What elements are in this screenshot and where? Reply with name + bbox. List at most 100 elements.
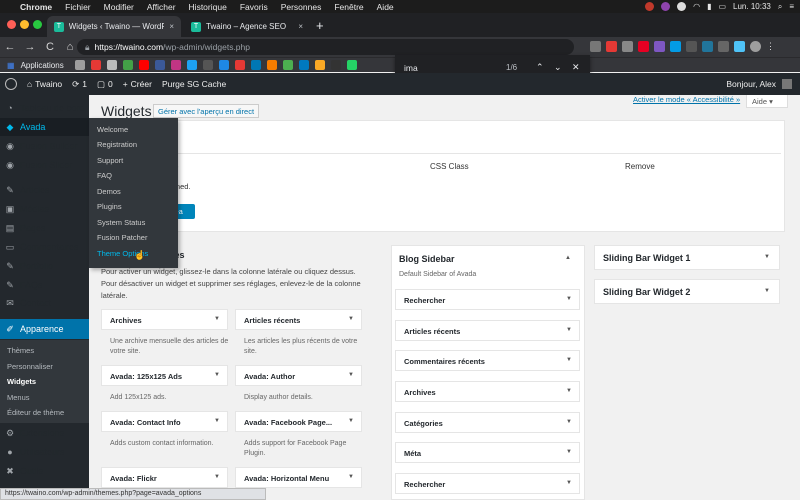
wordpress-icon[interactable] <box>702 41 713 52</box>
sidebar-widget-recent-posts[interactable]: Articles récents ▼ <box>395 320 580 341</box>
analytics-icon[interactable] <box>314 60 325 70</box>
twitter-icon[interactable] <box>186 60 197 70</box>
copy-icon[interactable] <box>590 41 601 52</box>
sidebar-widget-archives[interactable]: Archives ▼ <box>395 381 580 402</box>
purge-cache-link[interactable]: Purge SG Cache <box>162 79 226 89</box>
flyout-plugins[interactable]: Plugins <box>97 202 122 211</box>
menu-fichier[interactable]: Fichier <box>65 2 91 12</box>
menu-favoris[interactable]: Favoris <box>240 2 268 12</box>
sidebar-item-extensions[interactable]: ⚙ Extensions <box>0 424 89 442</box>
tab-close-icon[interactable]: × <box>169 22 174 31</box>
tab-widgets[interactable]: T Widgets ‹ Twaino — WordPress × <box>47 16 181 37</box>
extension-icon[interactable] <box>606 41 617 52</box>
sidebar-widget-meta[interactable]: Méta ▼ <box>395 442 580 463</box>
sidebar-item-faqs[interactable]: ✎ FAQs <box>0 276 89 294</box>
flyout-demos[interactable]: Demos <box>97 187 121 196</box>
zoom-window-button[interactable] <box>33 20 42 29</box>
menu-modifier[interactable]: Modifier <box>104 2 134 12</box>
wordpress-logo-icon[interactable] <box>5 78 17 90</box>
sidebar-item-contact[interactable]: ✉ Contact <box>0 294 89 312</box>
instagram-icon[interactable] <box>170 60 181 70</box>
submenu-customize[interactable]: Personnaliser <box>0 362 89 371</box>
flyout-welcome[interactable]: Welcome <box>97 125 128 134</box>
sidebar-item-pages[interactable]: ▤ Pages <box>0 219 89 237</box>
account-menu[interactable]: Bonjour, Alex <box>726 79 792 89</box>
address-bar[interactable]: 🔒︎ https://twaino.com/wp-admin/widgets.p… <box>77 39 574 55</box>
sidebar-item-comments[interactable]: ▭ Commentaires <box>0 238 89 256</box>
bookmark-icon[interactable] <box>202 60 213 70</box>
tab-close-icon[interactable]: × <box>298 22 303 31</box>
app-status-icon[interactable] <box>661 2 671 11</box>
sidebar-item-dashboard[interactable]: ◔ Tableau de bord <box>0 99 89 117</box>
wifi-icon[interactable]: ◠ <box>693 2 700 11</box>
facebook-icon[interactable] <box>154 60 165 70</box>
sidebar-item-medias[interactable]: ▣ Médias <box>0 200 89 218</box>
submenu-menus[interactable]: Menus <box>0 393 89 402</box>
flyout-registration[interactable]: Registration <box>97 140 137 149</box>
sliding-bar-widget-2[interactable]: Sliding Bar Widget 2 ▼ <box>594 279 780 304</box>
widget-archives[interactable]: Archives ▼ <box>101 309 228 330</box>
sidebar-widget-categories[interactable]: Catégories ▼ <box>395 412 580 433</box>
bookmark-icon[interactable] <box>218 60 229 70</box>
menu-personnes[interactable]: Personnes <box>281 2 322 12</box>
record-icon[interactable] <box>645 2 655 11</box>
sidebar-item-tools[interactable]: ✖ Outils <box>0 462 89 480</box>
apps-grid-icon[interactable]: ▦ <box>7 61 15 70</box>
sidebar-item-users[interactable]: ● Utilisateurs <box>0 443 89 461</box>
sidebar-item-portfolio[interactable]: ✎ Portfolio <box>0 257 89 275</box>
menu-afficher[interactable]: Afficher <box>147 2 176 12</box>
bookmark-icon[interactable] <box>330 60 341 70</box>
submenu-themes[interactable]: Thèmes <box>0 346 89 355</box>
accessibility-mode-link[interactable]: Activer le mode « Accessibilité » <box>633 95 740 104</box>
minimize-window-button[interactable] <box>20 20 29 29</box>
site-name-link[interactable]: ⌂ Twaino <box>27 79 62 89</box>
flyout-fusion-patcher[interactable]: Fusion Patcher <box>97 233 147 242</box>
cloud-icon[interactable] <box>677 2 687 11</box>
menu-list-icon[interactable]: ≡ <box>789 2 794 11</box>
bookmark-icon[interactable] <box>106 60 117 70</box>
widget-avada-ads[interactable]: Avada: 125x125 Ads ▼ <box>101 365 228 386</box>
reload-button[interactable]: C <box>40 41 60 53</box>
comments-link[interactable]: ▢ 0 <box>97 79 113 90</box>
search-icon[interactable]: ⌕ <box>778 2 782 12</box>
submenu-widgets[interactable]: Widgets <box>0 377 89 386</box>
clock[interactable]: Lun. 10:33 <box>733 2 771 11</box>
widget-avada-flickr[interactable]: Avada: Flickr ▼ <box>101 467 228 488</box>
help-tab[interactable]: Aide ▾ <box>746 95 788 108</box>
new-tab-button[interactable]: + <box>316 18 324 33</box>
apps-bookmark[interactable]: Applications <box>21 61 64 70</box>
extension-icon[interactable] <box>718 41 729 52</box>
extension-icon[interactable] <box>622 41 633 52</box>
new-content-link[interactable]: + Créer <box>123 79 152 89</box>
sidebar-widget-recent-comments[interactable]: Commentaires récents ▼ <box>395 350 580 371</box>
linkedin-icon[interactable] <box>250 60 261 70</box>
bookmark-icon[interactable] <box>74 60 85 70</box>
sidebar-widget-search[interactable]: Rechercher ▼ <box>395 289 580 310</box>
forward-button[interactable]: → <box>20 41 40 53</box>
widget-recent-posts[interactable]: Articles récents ▼ <box>235 309 362 330</box>
whatsapp-icon[interactable] <box>346 60 357 70</box>
sidebar-item-appearance[interactable]: ✐ Apparence <box>0 319 89 339</box>
widget-avada-facebook[interactable]: Avada: Facebook Page... ▼ <box>235 411 362 432</box>
tab-twaino[interactable]: T Twaino – Agence SEO × <box>184 16 310 37</box>
bookmark-icon[interactable] <box>122 60 133 70</box>
sidebar-item-avada[interactable]: ◆ Avada <box>0 118 89 136</box>
flag-icon[interactable]: ▮ <box>707 2 711 11</box>
battery-icon[interactable]: ▭ <box>718 2 726 11</box>
sliding-bar-widget-1[interactable]: Sliding Bar Widget 1 ▼ <box>594 245 780 270</box>
close-window-button[interactable] <box>7 20 16 29</box>
find-next-icon[interactable]: ⌄ <box>554 62 562 73</box>
menu-historique[interactable]: Historique <box>189 2 227 12</box>
widget-avada-contact-info[interactable]: Avada: Contact Info ▼ <box>101 411 228 432</box>
menu-aide[interactable]: Aide <box>377 2 394 12</box>
updates-link[interactable]: ⟳ 1 <box>72 79 87 90</box>
more-icon[interactable]: ⋮ <box>766 41 777 52</box>
extension-icon[interactable] <box>686 41 697 52</box>
sidebar-widget-search-2[interactable]: Rechercher ▼ <box>395 473 580 494</box>
caret-up-icon[interactable]: ▲ <box>565 255 571 261</box>
widget-avada-author[interactable]: Avada: Author ▼ <box>235 365 362 386</box>
manage-live-preview-button[interactable]: Gérer avec l'aperçu en direct <box>153 104 260 118</box>
bookmark-icon[interactable] <box>90 60 101 70</box>
sidebar-item-fusion-builder[interactable]: ◉ Fusion Builder <box>0 137 89 155</box>
back-button[interactable]: ← <box>0 41 20 53</box>
